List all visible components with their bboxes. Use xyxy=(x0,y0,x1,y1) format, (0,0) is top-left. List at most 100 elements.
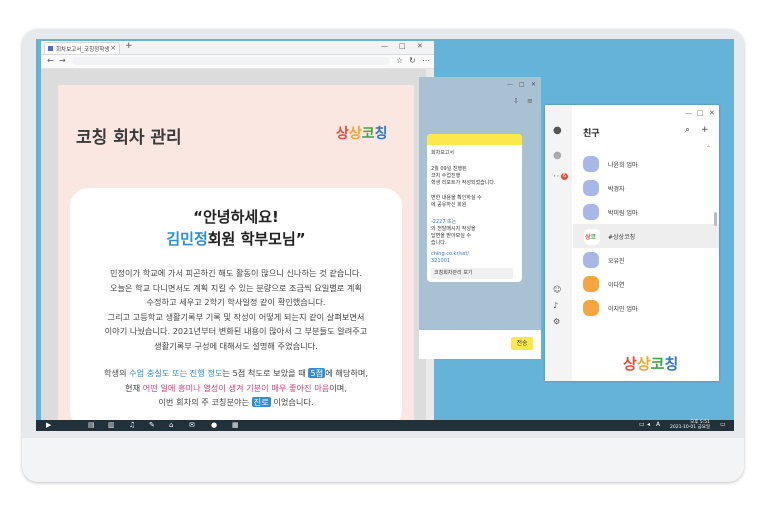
maximize-icon[interactable]: □ xyxy=(399,42,406,50)
chat-input-area[interactable]: 전송 xyxy=(419,330,541,359)
avatar xyxy=(583,156,599,172)
friend-name: 박경자 xyxy=(608,186,625,193)
channel-logo-icon: 상코 xyxy=(585,234,597,241)
friends-tab-icon[interactable]: ● xyxy=(553,125,562,136)
friend-name: 오유진 xyxy=(608,258,625,265)
chat-close-icon[interactable]: ✕ xyxy=(531,81,536,88)
bubble-line: 에 공유하신 회원 xyxy=(431,202,467,208)
report-paragraph: 민정이가 학교에 가서 피곤하긴 해도 활동이 많으니 신나하는 것 같습니다.… xyxy=(104,268,368,351)
friends-maximize-icon[interactable]: □ xyxy=(697,109,704,117)
bubble-line: -2227 또는 xyxy=(431,219,457,225)
report-page: 코칭 회차 관리 상상코칭 “안녕하세요! 김민정회원 학부모님” 민정이가 학… xyxy=(58,85,414,420)
music-icon[interactable]: ♫ xyxy=(129,421,135,429)
taskbar: ▶ ▤ ▥ ♫ ✎ ⌂ ✉ ● ▦ ▭ ◂ A 오후 5:51 2021-10-… xyxy=(36,420,734,431)
bubble-header xyxy=(427,134,522,145)
new-tab-icon[interactable]: + xyxy=(125,41,133,51)
bubble-line: 의 전달메시지 작성을 xyxy=(431,226,476,232)
more-icon[interactable]: ⋯ xyxy=(422,56,430,65)
chat-menu-icon[interactable]: ≡ xyxy=(527,97,533,105)
brand-logo-large: 상상코칭 xyxy=(623,355,679,373)
search-icon[interactable]: ⌕ xyxy=(685,125,690,135)
bubble-line: 코치 수업진행 xyxy=(431,173,461,179)
friend-name: 이다연 xyxy=(608,282,625,289)
avatar xyxy=(583,252,599,268)
friend-name: 이지민 엄마 xyxy=(608,306,638,313)
report-link-tail[interactable]: 321001 xyxy=(431,258,450,264)
page-title: 코칭 회차 관리 xyxy=(76,128,182,148)
greeting-line2: 김민정회원 학부모님” xyxy=(166,230,306,248)
settings-icon[interactable]: ⚙ xyxy=(553,317,560,326)
friends-scrollbar[interactable] xyxy=(714,212,717,226)
friends-minimize-icon[interactable]: — xyxy=(685,109,692,117)
navigation-bar: ← → ☆ ↻ ⋯ xyxy=(41,55,434,69)
send-button[interactable]: 전송 xyxy=(511,337,533,350)
network-icon[interactable]: ▭ xyxy=(639,421,645,428)
chat-minimize-icon[interactable]: — xyxy=(507,81,513,88)
score-paragraph: 학생의 수업 충실도 또는 진행 정도는 5점 척도로 보았을 때 5점 에 해당… xyxy=(103,368,369,408)
forward-icon[interactable]: → xyxy=(59,56,66,65)
avatar xyxy=(583,204,599,220)
back-icon[interactable]: ← xyxy=(47,56,54,65)
friend-name: #상상코칭 xyxy=(608,234,636,241)
friend-item[interactable]: 박경자 xyxy=(573,176,719,200)
add-friend-icon[interactable]: + xyxy=(701,125,709,135)
system-clock[interactable]: 오후 5:51 2021-10-01 금요일 xyxy=(664,420,710,430)
friend-name: 나윤희 엄마 xyxy=(608,162,638,169)
browser-tab[interactable]: 회차보고서_코칭정학생 × xyxy=(44,42,120,54)
clipboard-icon[interactable]: ▥ xyxy=(108,421,115,429)
chat-header: — □ ✕ ⇩ ≡ xyxy=(419,77,541,107)
star-icon[interactable]: ☆ xyxy=(396,56,403,65)
friend-item[interactable]: 나윤희 엄마 xyxy=(573,152,719,176)
bubble-line: 2월 09일 진행된 xyxy=(431,166,467,172)
chat-maximize-icon[interactable]: □ xyxy=(519,81,525,88)
home-icon[interactable]: ⌂ xyxy=(169,421,173,429)
mail-icon[interactable]: ✉ xyxy=(189,421,195,429)
close-icon[interactable]: ✕ xyxy=(417,42,423,50)
bubble-line: 학생 리포트가 작성되었습니다. xyxy=(431,180,496,186)
message-card: “안녕하세요! 김민정회원 학부모님” 민정이가 학교에 가서 피곤하긴 해도 … xyxy=(70,188,402,420)
input-language[interactable]: A xyxy=(656,421,660,428)
friend-name: 박미림 엄마 xyxy=(608,210,638,217)
monitor-chin xyxy=(22,438,744,482)
friends-window: ● ● ⋯ 6 ☺ ♪ ⚙ — □ ✕ 친구 ⌕ + ⌃ 나윤희 엄마 박경자 … xyxy=(545,105,719,381)
emoji-icon[interactable]: ☺ xyxy=(553,285,561,294)
start-icon[interactable]: ▶ xyxy=(46,421,51,429)
view-report-button[interactable]: 코칭회차관리 보기 xyxy=(431,268,513,279)
brand-banner: 상상코칭 xyxy=(573,345,719,381)
address-bar[interactable] xyxy=(72,57,390,65)
report-link[interactable]: ching.co.kr/sst/ xyxy=(431,251,469,257)
collapse-icon[interactable]: ⌃ xyxy=(706,145,711,152)
browser-window: 회차보고서_코칭정학생 × + — □ ✕ ← → ☆ ↻ ⋯ 코칭 회차 관리… xyxy=(41,41,434,420)
file-icon[interactable]: ▤ xyxy=(88,421,95,429)
bubble-line: 변한 내용을 확인하실 수 xyxy=(431,195,482,201)
tab-bar: 회차보고서_코칭정학생 × + — □ ✕ xyxy=(41,41,434,55)
page-favicon-icon xyxy=(48,46,53,51)
brand-logo: 상상코칭 xyxy=(336,126,388,142)
notification-icon[interactable]: ▭ xyxy=(720,421,726,428)
avatar xyxy=(583,180,599,196)
friend-item-selected[interactable]: 상코 #상상코칭 xyxy=(573,224,719,248)
bell-icon[interactable]: ♪ xyxy=(553,301,558,310)
friend-item[interactable]: 이지민 엄마 xyxy=(573,296,719,320)
desktop-screen: 회차보고서_코칭정학생 × + — □ ✕ ← → ☆ ↻ ⋯ 코칭 회차 관리… xyxy=(36,39,734,431)
pin-icon[interactable]: ⇩ xyxy=(513,97,519,105)
greeting-line1: “안녕하세요! xyxy=(193,208,279,226)
friends-close-icon[interactable]: ✕ xyxy=(709,109,715,117)
chat-icon[interactable]: ● xyxy=(211,421,217,429)
friend-item[interactable]: 이다연 xyxy=(573,272,719,296)
avatar xyxy=(583,276,599,292)
avatar xyxy=(583,300,599,316)
volume-icon[interactable]: ◂ xyxy=(647,421,650,428)
unread-badge: 6 xyxy=(561,173,568,180)
tab-close-icon[interactable]: × xyxy=(110,44,116,52)
bubble-line: 답변을 받아보실 수 xyxy=(431,233,471,239)
friend-item[interactable]: 오유진 xyxy=(573,248,719,272)
friend-item[interactable]: 박미림 엄마 xyxy=(573,200,719,224)
chats-tab-icon[interactable]: ● xyxy=(553,150,562,161)
store-icon[interactable]: ▦ xyxy=(232,421,239,429)
bubble-line: 회차보고서 xyxy=(431,150,455,156)
minimize-icon[interactable]: — xyxy=(381,42,388,50)
chat-window: — □ ✕ ⇩ ≡ 회차보고서 2월 09일 진행된 코치 수업진행 학생 리포… xyxy=(419,77,541,359)
pen-icon[interactable]: ✎ xyxy=(149,421,155,429)
refresh-icon[interactable]: ↻ xyxy=(409,56,416,65)
